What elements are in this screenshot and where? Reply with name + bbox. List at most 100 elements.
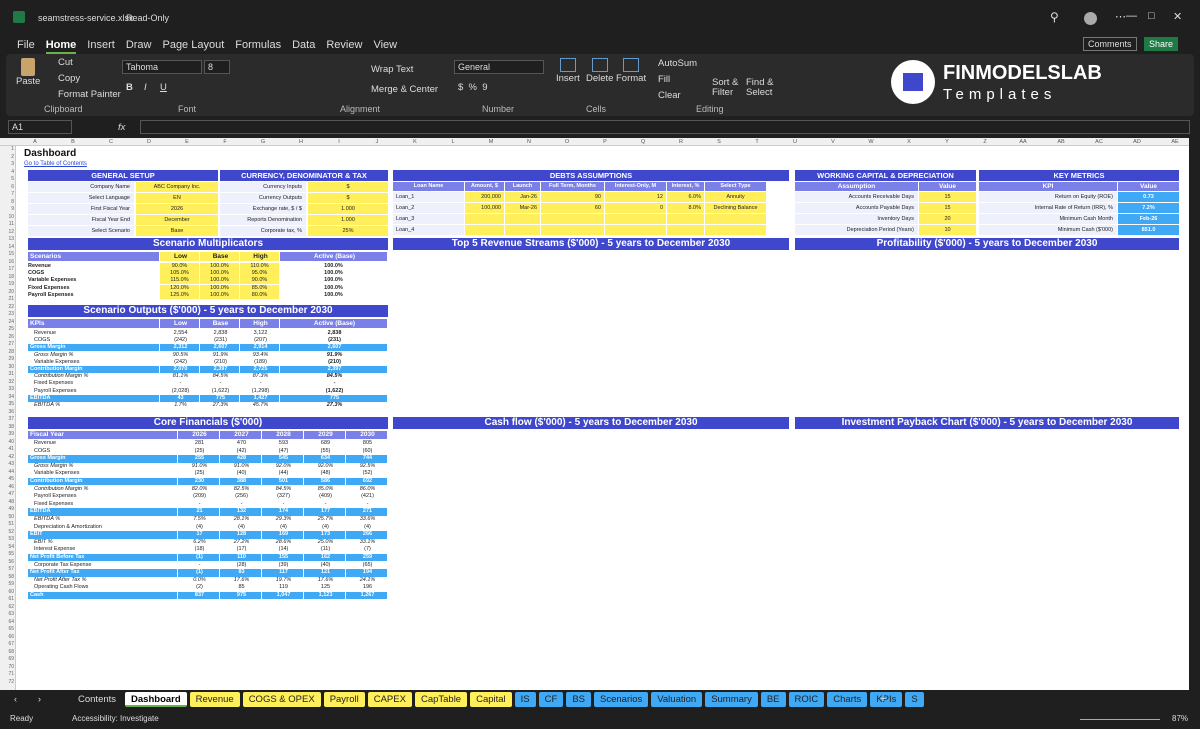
menu-home[interactable]: Home bbox=[45, 39, 77, 54]
menu-draw[interactable]: Draw bbox=[126, 39, 152, 54]
row-header[interactable]: 52 bbox=[0, 529, 14, 537]
sheet-tab-capital[interactable]: Capital bbox=[470, 692, 512, 707]
currency-value[interactable]: 25% bbox=[308, 226, 388, 236]
sheet-tab-bs[interactable]: BS bbox=[566, 692, 592, 707]
menu-review[interactable]: Review bbox=[326, 39, 362, 54]
bold-button[interactable]: B bbox=[126, 82, 133, 93]
sheet-tab-scenarios[interactable]: Scenarios bbox=[594, 692, 649, 707]
row-header[interactable]: 41 bbox=[0, 446, 14, 454]
clear-button[interactable]: Clear bbox=[658, 90, 681, 101]
column-header[interactable]: Z bbox=[966, 138, 1004, 146]
row-header[interactable]: 42 bbox=[0, 454, 14, 462]
row-header[interactable]: 11 bbox=[0, 221, 14, 229]
debts-cell[interactable]: 6.0% bbox=[667, 192, 704, 202]
worksheet[interactable]: A B C D E F G H I J K L M N O P Q R S T U V W X Y Z AA AB AC AD AE 123… bbox=[0, 138, 1189, 690]
search-icon[interactable]: ⚲ bbox=[1050, 10, 1059, 24]
column-header[interactable]: V bbox=[814, 138, 852, 146]
column-header[interactable]: B bbox=[54, 138, 92, 146]
menu-formulas[interactable]: Formulas bbox=[235, 39, 281, 54]
column-header[interactable]: K bbox=[396, 138, 434, 146]
next-sheet-icon[interactable]: › bbox=[38, 694, 41, 704]
debts-cell[interactable]: 90 bbox=[541, 192, 604, 202]
formula-input[interactable] bbox=[140, 120, 1190, 134]
column-header[interactable]: T bbox=[738, 138, 776, 146]
general-setup-value[interactable]: December bbox=[136, 215, 218, 225]
debts-cell[interactable] bbox=[705, 225, 766, 235]
row-header[interactable]: 64 bbox=[0, 619, 14, 627]
sheet-tab-be[interactable]: BE bbox=[760, 692, 786, 707]
column-header[interactable]: A bbox=[16, 138, 54, 146]
sheet-tab-dashboard[interactable]: Dashboard bbox=[125, 692, 187, 707]
debts-cell[interactable] bbox=[465, 225, 504, 235]
currency-value[interactable]: 1.000 bbox=[308, 215, 388, 225]
debts-cell[interactable]: Jan-26 bbox=[505, 192, 540, 202]
row-header[interactable]: 15 bbox=[0, 251, 14, 259]
delete-cells-button[interactable]: Delete bbox=[586, 58, 613, 84]
menu-insert[interactable]: Insert bbox=[87, 39, 115, 54]
row-header[interactable]: 18 bbox=[0, 274, 14, 282]
column-header[interactable]: R bbox=[662, 138, 700, 146]
menu-file[interactable]: File bbox=[17, 39, 35, 54]
italic-button[interactable]: I bbox=[144, 82, 147, 93]
row-header[interactable]: 23 bbox=[0, 311, 14, 319]
row-header[interactable]: 7 bbox=[0, 191, 14, 199]
debts-cell[interactable]: Annuity bbox=[705, 192, 766, 202]
debts-cell[interactable]: 12 bbox=[605, 192, 666, 202]
column-header[interactable]: O bbox=[548, 138, 586, 146]
find-select-button[interactable]: Find & Select bbox=[746, 78, 773, 98]
sheet-tab-captable[interactable]: CapTable bbox=[414, 692, 468, 707]
sheet-tab-cf[interactable]: CF bbox=[538, 692, 564, 707]
column-header[interactable]: AA bbox=[1004, 138, 1042, 146]
row-header[interactable]: 29 bbox=[0, 356, 14, 364]
accessibility-status[interactable]: Accessibility: Investigate bbox=[72, 714, 159, 723]
menu-data[interactable]: Data bbox=[292, 39, 315, 54]
font-size-select[interactable]: 8 bbox=[204, 60, 230, 74]
debts-cell[interactable] bbox=[705, 214, 766, 224]
debts-cell[interactable] bbox=[667, 225, 704, 235]
column-header[interactable]: W bbox=[852, 138, 890, 146]
column-header[interactable]: F bbox=[206, 138, 244, 146]
fill-button[interactable]: Fill bbox=[658, 74, 670, 85]
column-header[interactable]: P bbox=[586, 138, 624, 146]
general-setup-value[interactable]: ABC Company Inc. bbox=[136, 182, 218, 192]
sheet-tab-cogs-opex[interactable]: COGS & OPEX bbox=[242, 692, 321, 707]
name-box[interactable]: A1 bbox=[8, 120, 72, 134]
row-header[interactable]: 70 bbox=[0, 664, 14, 672]
row-header[interactable]: 62 bbox=[0, 604, 14, 612]
currency-button[interactable]: $ % 9 bbox=[458, 82, 488, 93]
sheet-tab-revenue[interactable]: Revenue bbox=[189, 692, 240, 707]
column-header[interactable]: AD bbox=[1118, 138, 1156, 146]
sheet-tab-summary[interactable]: Summary bbox=[705, 692, 758, 707]
column-header[interactable]: AC bbox=[1080, 138, 1118, 146]
row-header[interactable]: 39 bbox=[0, 431, 14, 439]
column-header[interactable]: C bbox=[92, 138, 130, 146]
debts-cell[interactable] bbox=[667, 214, 704, 224]
row-header[interactable]: 46 bbox=[0, 484, 14, 492]
sort-filter-button[interactable]: Sort & Filter bbox=[712, 78, 738, 98]
close-icon[interactable]: ✕ bbox=[1173, 10, 1182, 23]
share-button[interactable]: Share bbox=[1144, 37, 1179, 51]
sheet-tab-charts[interactable]: Charts bbox=[827, 692, 868, 707]
row-header[interactable]: 27 bbox=[0, 341, 14, 349]
row-header[interactable]: 53 bbox=[0, 536, 14, 544]
row-header[interactable]: 31 bbox=[0, 371, 14, 379]
format-cells-button[interactable]: Format bbox=[616, 58, 646, 84]
row-header[interactable]: 30 bbox=[0, 364, 14, 372]
column-header[interactable]: I bbox=[320, 138, 358, 146]
row-header[interactable]: 9 bbox=[0, 206, 14, 214]
row-header[interactable]: 48 bbox=[0, 499, 14, 507]
row-header[interactable]: 43 bbox=[0, 461, 14, 469]
debts-cell[interactable]: Declining Balance bbox=[705, 203, 766, 213]
merge-center-button[interactable]: Merge & Center bbox=[371, 84, 438, 95]
row-header[interactable]: 28 bbox=[0, 349, 14, 357]
row-header[interactable]: 20 bbox=[0, 289, 14, 297]
row-header[interactable]: 50 bbox=[0, 514, 14, 522]
format-painter-button[interactable]: Format Painter bbox=[58, 89, 121, 100]
row-header[interactable]: 68 bbox=[0, 649, 14, 657]
column-header[interactable]: H bbox=[282, 138, 320, 146]
column-header[interactable]: Y bbox=[928, 138, 966, 146]
debts-cell[interactable]: 60 bbox=[541, 203, 604, 213]
row-header[interactable]: 3 bbox=[0, 161, 14, 169]
row-header[interactable]: 69 bbox=[0, 656, 14, 664]
insert-cells-button[interactable]: Insert bbox=[556, 58, 580, 84]
